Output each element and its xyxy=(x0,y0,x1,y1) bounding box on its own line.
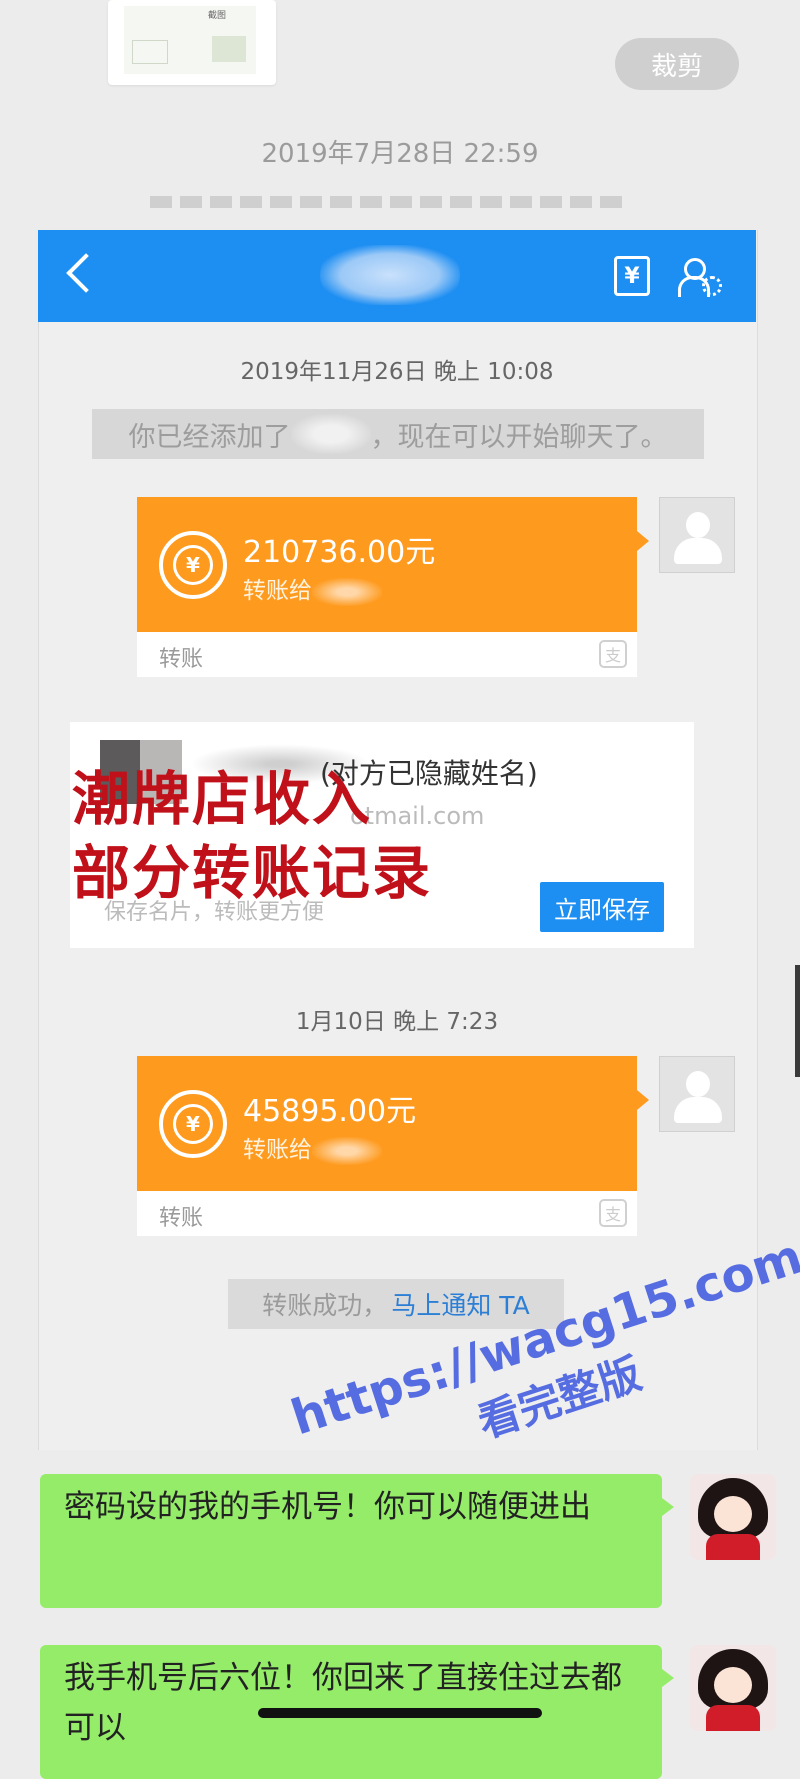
notice-suffix: ，现在可以开始聊天了。 xyxy=(370,421,668,453)
avatar[interactable] xyxy=(690,1474,776,1560)
home-indicator[interactable] xyxy=(258,1708,542,1718)
transfer-card-1[interactable]: ¥ 210736.00元 转账给 转账 支 xyxy=(137,497,649,677)
notify-link[interactable]: 马上通知 TA xyxy=(391,1286,529,1322)
red-overlay-caption: 潮牌店收入 部分转账记录 xyxy=(72,762,432,910)
friend-added-notice: 你已经添加了 ，现在可以开始聊天了。 xyxy=(92,409,704,459)
alipay-icon: 支 xyxy=(599,640,627,668)
thumbnail-card-image: 截图 xyxy=(124,6,256,74)
transfer-amount: 45895.00元 xyxy=(243,1094,417,1129)
success-text: 转账成功， xyxy=(262,1291,388,1320)
avatar[interactable] xyxy=(659,1056,735,1132)
transfer-type-label: 转账 xyxy=(159,1206,204,1231)
chat-timestamp-1: 2019年11月26日 晚上 10:08 xyxy=(240,359,554,385)
transfer-amount: 210736.00元 xyxy=(243,535,436,570)
thumbnail-text: 截图 xyxy=(207,11,226,21)
blurred-contact-name xyxy=(320,245,460,305)
image-thumbnail[interactable]: 截图 xyxy=(108,0,276,85)
cut-off-message xyxy=(150,196,650,208)
transfer-type-label: 转账 xyxy=(159,647,204,672)
transfer-to-label: 转账给 xyxy=(243,1137,312,1163)
chat-timestamp-2: 1月10日 晚上 7:23 xyxy=(295,1009,499,1035)
notice-prefix: 你已经添加了 xyxy=(128,421,291,453)
user-settings-icon[interactable] xyxy=(678,258,722,298)
crop-button[interactable]: 裁剪 xyxy=(615,38,739,90)
save-now-button[interactable]: 立即保存 xyxy=(540,882,664,932)
blurred-name xyxy=(290,414,371,454)
transfer-yen-icon: ¥ xyxy=(159,1090,227,1158)
outer-timestamp: 2019年7月28日 22:59 xyxy=(261,139,539,169)
avatar[interactable] xyxy=(659,497,735,573)
caption-line-2: 部分转账记录 xyxy=(72,839,433,907)
caption-line-1: 潮牌店收入 xyxy=(72,765,373,833)
avatar[interactable] xyxy=(690,1645,776,1731)
transfer-card-2[interactable]: ¥ 45895.00元 转账给 转账 支 xyxy=(137,1056,649,1236)
scrollbar[interactable] xyxy=(795,965,800,1077)
transfer-yen-icon: ¥ xyxy=(159,531,227,599)
transfer-to-label: 转账给 xyxy=(243,578,312,604)
alipay-icon: 支 xyxy=(599,1199,627,1227)
yen-bill-icon[interactable]: ¥ xyxy=(614,256,650,296)
